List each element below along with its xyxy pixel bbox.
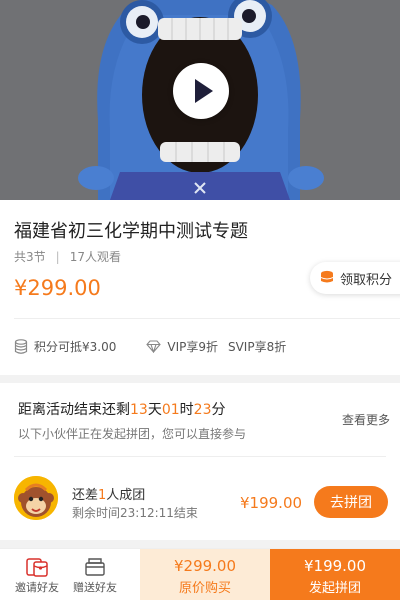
countdown-minutes-unit: 分 bbox=[211, 402, 226, 418]
buy-original-button[interactable]: ¥299.00 原价购买 bbox=[140, 549, 270, 600]
gift-label: 赠送好友 bbox=[73, 581, 117, 594]
group-price: ¥199.00 bbox=[240, 494, 303, 512]
course-meta: 共3节 | 17人观看 bbox=[14, 248, 121, 265]
group-need-text: 还差1人成团 bbox=[72, 484, 145, 503]
points-offset-label: 积分可抵¥3.00 bbox=[34, 340, 117, 354]
invite-label: 邀请好友 bbox=[15, 581, 59, 594]
original-buy-label: 原价购买 bbox=[178, 581, 231, 596]
group-remaining-time: 剩余时间23:12:11结束 bbox=[72, 506, 198, 520]
divider bbox=[14, 456, 386, 457]
countdown-days-unit: 天 bbox=[147, 402, 162, 418]
start-group-button[interactable]: ¥199.00 发起拼团 bbox=[270, 549, 400, 600]
database-icon bbox=[14, 338, 28, 354]
red-envelope-icon bbox=[26, 558, 48, 577]
group-buy-price: ¥199.00 bbox=[303, 557, 367, 575]
view-count: 17人观看 bbox=[69, 250, 121, 264]
video-cover[interactable] bbox=[0, 0, 400, 200]
join-group-button[interactable]: 去拼团 bbox=[314, 486, 388, 518]
countdown-hours: 01 bbox=[161, 402, 180, 418]
need-suffix: 人成团 bbox=[106, 488, 146, 503]
countdown-hours-unit: 时 bbox=[179, 402, 194, 418]
avatar bbox=[14, 476, 58, 520]
points-offset: 积分可抵¥3.00 bbox=[14, 338, 116, 355]
view-more-link[interactable]: 查看更多 bbox=[342, 411, 390, 428]
coin-stack-icon bbox=[321, 270, 333, 283]
activity-subtitle: 以下小伙伴正在发起拼团，您可以直接参与 bbox=[18, 427, 247, 441]
section-count: 共3节 bbox=[14, 250, 46, 264]
monkey-avatar-icon bbox=[14, 476, 58, 520]
countdown-prefix: 距离活动结束还剩 bbox=[18, 402, 130, 418]
svip-discount: SVIP享8折 bbox=[228, 338, 286, 355]
vip-discount: VIP享9折 bbox=[146, 338, 218, 355]
course-info-card: 福建省初三化学期中测试专题 共3节 | 17人观看 ¥299.00 领取积分 积… bbox=[0, 200, 400, 375]
claim-points-button[interactable]: 领取积分 bbox=[310, 262, 400, 294]
original-price: ¥299.00 bbox=[173, 557, 237, 575]
vip-label: VIP享9折 bbox=[167, 340, 218, 354]
start-group-label: 发起拼团 bbox=[308, 581, 361, 596]
close-icon bbox=[194, 182, 206, 194]
diamond-icon bbox=[146, 340, 162, 353]
countdown-days: 13 bbox=[130, 402, 148, 418]
claim-points-label: 领取积分 bbox=[340, 272, 393, 288]
perks-row: 积分可抵¥3.00 VIP享9折 SVIP享8折 bbox=[14, 338, 286, 355]
meta-separator: | bbox=[55, 249, 60, 264]
play-icon bbox=[195, 79, 213, 103]
play-button[interactable] bbox=[173, 63, 229, 119]
divider bbox=[14, 318, 400, 319]
need-prefix: 还差 bbox=[72, 488, 99, 503]
svip-label: SVIP享8折 bbox=[227, 340, 287, 354]
activity-countdown: 距离活动结束还剩13天01时23分 bbox=[18, 399, 225, 419]
bottom-action-bar: 邀请好友 赠送好友 ¥299.00 原价购买 ¥199.00 发起拼团 bbox=[0, 548, 400, 600]
gift-box-icon bbox=[85, 558, 105, 576]
course-title: 福建省初三化学期中测试专题 bbox=[14, 221, 248, 242]
course-price: ¥299.00 bbox=[14, 276, 101, 300]
gift-friends-button[interactable]: 赠送好友 bbox=[60, 553, 130, 599]
group-buy-card: 距离活动结束还剩13天01时23分 查看更多 以下小伙伴正在发起拼团，您可以直接… bbox=[0, 383, 400, 540]
countdown-minutes: 23 bbox=[193, 402, 212, 418]
